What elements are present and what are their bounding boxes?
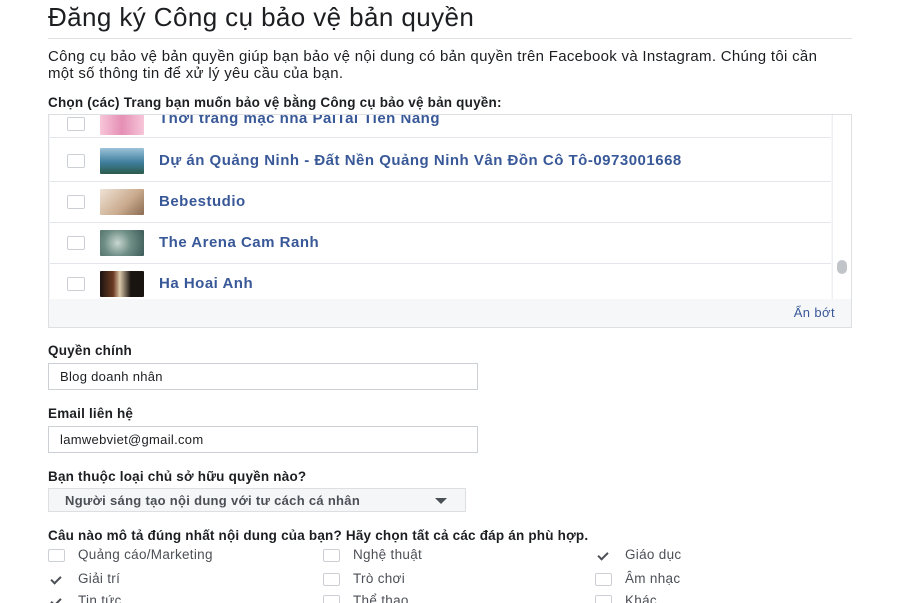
option-label: Trò chơi <box>353 571 406 586</box>
page-name[interactable]: Thời trang mặc nhà PaiTai Tiến Năng <box>159 115 440 127</box>
checkmark-icon <box>50 573 62 585</box>
page-checkbox[interactable] <box>67 236 85 250</box>
content-type-label: Câu nào mô tả đúng nhất nội dung của bạn… <box>48 528 589 543</box>
page-selector: Thời trang mặc nhà PaiTai Tiến Năng Dự á… <box>48 114 852 328</box>
page-thumbnail <box>100 230 144 256</box>
content-option[interactable]: Tin tức <box>48 593 298 603</box>
checkmark-icon <box>50 595 62 603</box>
collapse-link[interactable]: Ẩn bớt <box>794 305 835 320</box>
page-thumbnail <box>100 115 144 135</box>
page-thumbnail <box>100 189 144 215</box>
scrollbar-thumb[interactable] <box>837 260 847 274</box>
page-checkbox[interactable] <box>67 277 85 291</box>
page-thumbnail <box>100 148 144 174</box>
page-name[interactable]: Ha Hoai Anh <box>159 275 253 292</box>
option-label: Khác <box>625 593 657 603</box>
content-option[interactable]: Thể thao <box>323 593 573 603</box>
page-title: Đăng ký Công cụ bảo vệ bản quyền <box>48 2 475 32</box>
page-row[interactable]: The Arena Cam Ranh <box>50 223 831 264</box>
option-checkbox[interactable] <box>595 573 612 586</box>
option-checkbox[interactable] <box>48 573 65 586</box>
checkmark-icon <box>597 549 609 561</box>
option-checkbox[interactable] <box>595 595 612 603</box>
option-label: Thể thao <box>353 593 409 603</box>
owner-field[interactable]: Blog doanh nhân <box>48 363 478 390</box>
option-checkbox[interactable] <box>323 595 340 603</box>
option-label: Giáo dục <box>625 547 682 562</box>
owner-type-label: Bạn thuộc loại chủ sở hữu quyền nào? <box>48 469 307 484</box>
option-checkbox[interactable] <box>323 573 340 586</box>
page-checkbox[interactable] <box>67 117 85 131</box>
owner-type-dropdown[interactable]: Người sáng tạo nội dung với tư cách cá n… <box>48 488 466 512</box>
owner-field-label: Quyền chính <box>48 343 132 358</box>
content-option[interactable]: Âm nhạc <box>595 571 795 589</box>
pages-label: Chọn (các) Trang bạn muốn bảo vệ bằng Cô… <box>48 95 502 110</box>
page-name[interactable]: Bebestudio <box>159 193 246 210</box>
content-option[interactable]: Giải trí <box>48 571 298 589</box>
option-label: Âm nhạc <box>625 571 681 586</box>
content-option[interactable]: Quảng cáo/Marketing <box>48 547 298 565</box>
content-option[interactable]: Trò chơi <box>323 571 573 589</box>
option-checkbox[interactable] <box>48 549 65 562</box>
owner-type-selected: Người sáng tạo nội dung với tư cách cá n… <box>65 493 361 508</box>
option-label: Quảng cáo/Marketing <box>78 547 213 562</box>
page-checkbox[interactable] <box>67 195 85 209</box>
page-row[interactable]: Bebestudio <box>50 182 831 223</box>
option-label: Tin tức <box>78 593 122 603</box>
option-label: Nghệ thuật <box>353 547 423 562</box>
page-name[interactable]: Dự án Quảng Ninh - Đất Nền Quảng Ninh Vâ… <box>159 152 682 169</box>
content-option[interactable]: Khác <box>595 593 795 603</box>
page-row[interactable]: Thời trang mặc nhà PaiTai Tiến Năng <box>50 115 831 138</box>
caret-down-icon <box>435 498 447 504</box>
page-row[interactable]: Dự án Quảng Ninh - Đất Nền Quảng Ninh Vâ… <box>50 141 831 182</box>
option-checkbox[interactable] <box>595 549 612 562</box>
email-field[interactable]: lamwebviet@gmail.com <box>48 426 478 453</box>
page-row[interactable]: Ha Hoai Anh <box>50 264 831 299</box>
copyright-registration-page: Đăng ký Công cụ bảo vệ bản quyền Công cụ… <box>0 0 900 603</box>
page-list[interactable]: Thời trang mặc nhà PaiTai Tiến Năng Dự á… <box>50 115 831 299</box>
option-label: Giải trí <box>78 571 121 586</box>
content-option[interactable]: Giáo dục <box>595 547 795 565</box>
page-name[interactable]: The Arena Cam Ranh <box>159 234 319 251</box>
content-option[interactable]: Nghệ thuật <box>323 547 573 565</box>
option-checkbox[interactable] <box>323 549 340 562</box>
title-divider <box>48 38 852 39</box>
page-list-scrollbar[interactable] <box>832 115 851 299</box>
email-field-label: Email liên hệ <box>48 406 134 421</box>
page-thumbnail <box>100 271 144 297</box>
option-checkbox[interactable] <box>48 595 65 603</box>
page-checkbox[interactable] <box>67 154 85 168</box>
intro-text: Công cụ bảo vệ bản quyền giúp bạn bảo vệ… <box>48 48 818 82</box>
